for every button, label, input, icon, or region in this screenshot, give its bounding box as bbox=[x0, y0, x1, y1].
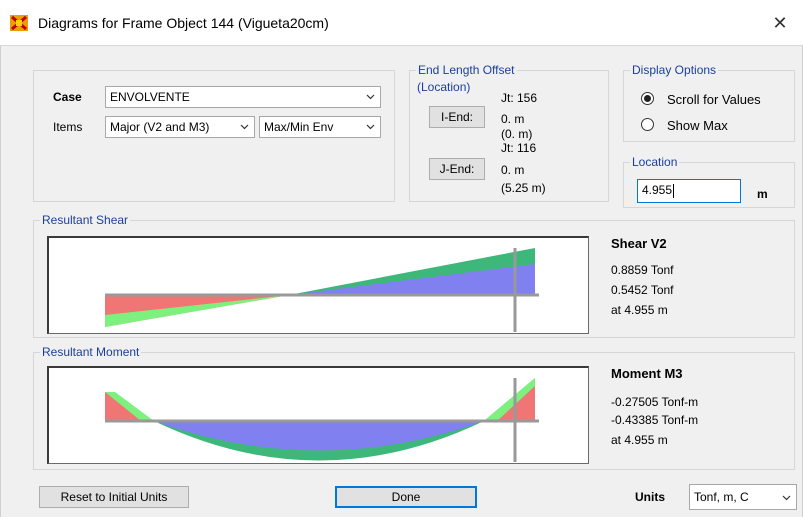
moment-blue-envelope bbox=[154, 421, 484, 451]
chevron-down-icon bbox=[366, 124, 375, 130]
units-label: Units bbox=[635, 490, 665, 504]
units-dropdown[interactable]: Tonf, m, C bbox=[689, 484, 797, 510]
show-max-label[interactable]: Show Max bbox=[667, 118, 728, 133]
case-dropdown[interactable]: ENVOLVENTE bbox=[105, 86, 381, 108]
shear-diagram[interactable] bbox=[47, 236, 589, 334]
shear-value-min: 0.5452 Tonf bbox=[611, 283, 674, 297]
j-end-joint: Jt: 116 bbox=[501, 141, 537, 155]
items-component-value: Major (V2 and M3) bbox=[110, 120, 210, 134]
moment-at-location: at 4.955 m bbox=[611, 433, 668, 447]
chevron-down-icon bbox=[240, 124, 249, 130]
scroll-for-values-label[interactable]: Scroll for Values bbox=[667, 92, 761, 107]
j-end-offset: 0. m bbox=[501, 163, 525, 177]
location-input[interactable]: 4.955 bbox=[637, 179, 741, 203]
units-dropdown-value: Tonf, m, C bbox=[694, 490, 749, 504]
resultant-shear-legend: Resultant Shear bbox=[40, 213, 131, 227]
items-component-dropdown[interactable]: Major (V2 and M3) bbox=[105, 116, 255, 138]
dialog-body: Case ENVOLVENTE Items Major (V2 and M3) … bbox=[0, 46, 803, 517]
items-envelope-value: Max/Min Env bbox=[264, 120, 334, 134]
i-end-button[interactable]: I-End: bbox=[429, 106, 485, 128]
case-label: Case bbox=[53, 90, 82, 104]
case-dropdown-value: ENVOLVENTE bbox=[110, 90, 190, 104]
i-end-location: (0. m) bbox=[501, 127, 533, 141]
location-unit: m bbox=[757, 187, 768, 201]
close-icon[interactable]: ✕ bbox=[757, 0, 803, 46]
items-label: Items bbox=[53, 120, 83, 134]
chevron-down-icon bbox=[366, 94, 375, 100]
moment-value-min: -0.43385 Tonf-m bbox=[611, 413, 699, 427]
display-options-legend: Display Options bbox=[630, 63, 719, 77]
shear-heading: Shear V2 bbox=[611, 236, 667, 251]
i-end-offset: 0. m bbox=[501, 112, 525, 126]
show-max-radio[interactable] bbox=[641, 118, 654, 131]
resultant-moment-legend: Resultant Moment bbox=[40, 345, 142, 359]
done-button[interactable]: Done bbox=[335, 486, 477, 508]
moment-heading: Moment M3 bbox=[611, 366, 683, 381]
shear-diagram-svg bbox=[105, 248, 539, 332]
moment-diagram-svg bbox=[105, 378, 539, 462]
window-title: Diagrams for Frame Object 144 (Vigueta20… bbox=[38, 15, 329, 31]
i-end-joint: Jt: 156 bbox=[501, 91, 538, 105]
location-legend: Location bbox=[630, 155, 680, 169]
j-end-button[interactable]: J-End: bbox=[429, 158, 485, 180]
moment-value-max: -0.27505 Tonf-m bbox=[611, 395, 699, 409]
j-end-location: (5.25 m) bbox=[501, 181, 546, 195]
app-icon bbox=[10, 15, 28, 31]
shear-value-max: 0.8859 Tonf bbox=[611, 263, 674, 277]
end-length-offset-legend: End Length Offset bbox=[416, 63, 517, 77]
shear-at-location: at 4.955 m bbox=[611, 303, 668, 317]
moment-diagram[interactable] bbox=[47, 366, 589, 464]
reset-units-button[interactable]: Reset to Initial Units bbox=[39, 486, 189, 508]
items-envelope-dropdown[interactable]: Max/Min Env bbox=[259, 116, 381, 138]
location-input-value: 4.955 bbox=[642, 183, 673, 197]
location-sublegend: (Location) bbox=[417, 80, 471, 94]
title-bar: Diagrams for Frame Object 144 (Vigueta20… bbox=[0, 0, 803, 46]
scroll-for-values-radio[interactable] bbox=[641, 92, 654, 105]
chevron-down-icon bbox=[782, 495, 791, 501]
